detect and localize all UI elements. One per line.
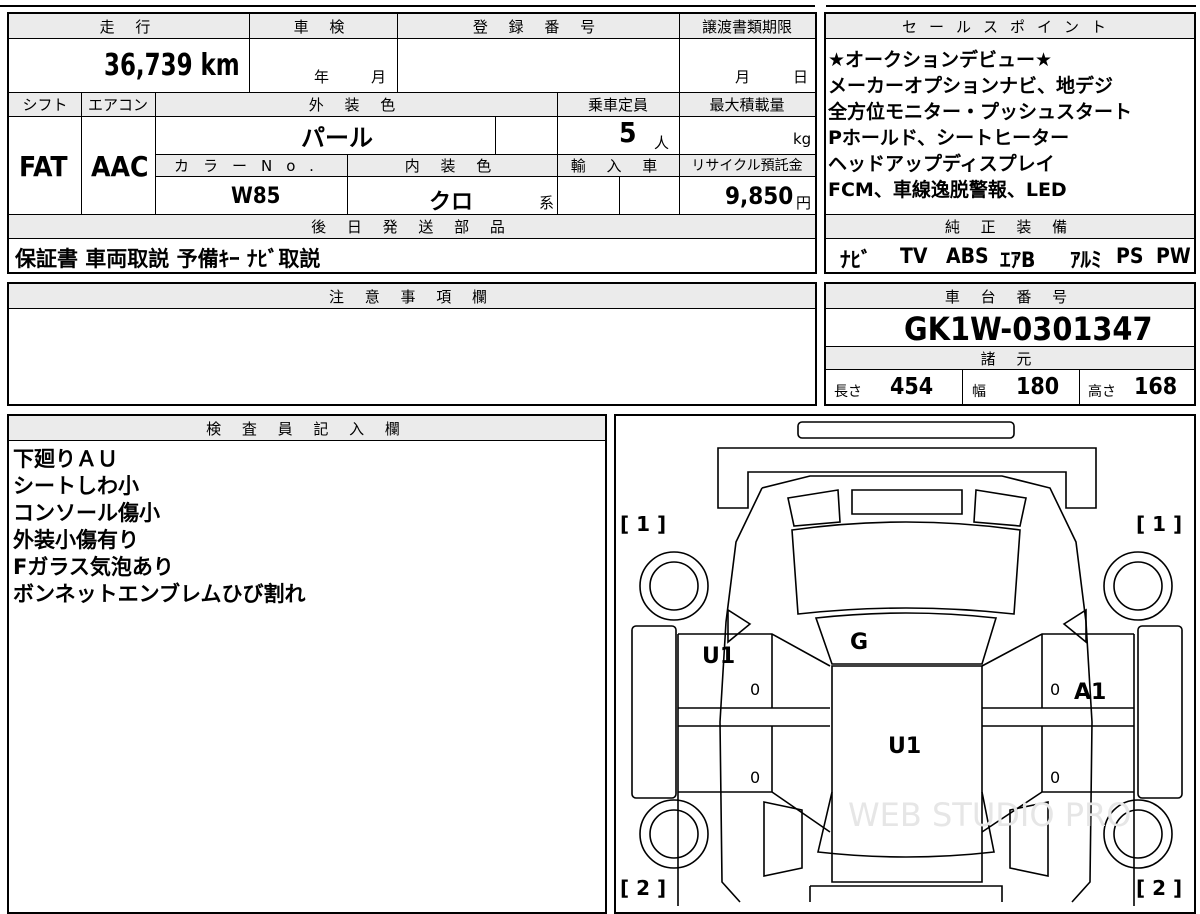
color-no-value: W85 (231, 184, 281, 209)
zero-mark: 0 (1050, 680, 1061, 699)
bracket-label-front-right: [ 1 ] (1136, 512, 1183, 536)
registration-header: 登 録 番 号 (397, 14, 679, 38)
length-value: 454 (890, 374, 934, 400)
chassis-header: 車 台 番 号 (826, 284, 1194, 308)
inspector-line: シートしわ小 (13, 474, 139, 498)
height-label: 高さ (1088, 384, 1116, 400)
bracket-label-rear-right: [ 2 ] (1136, 876, 1183, 900)
inspection-month: 月 (371, 68, 387, 86)
inspector-line: 外装小傷有り (13, 528, 139, 552)
maxload-header: 最大積載量 (679, 92, 815, 116)
sales-point-line: FCM、車線逸脱警報、LED (828, 179, 1067, 201)
main-table: 走 行 車 検 登 録 番 号 譲渡書類期限 36,739 km 年 月 月 日… (7, 12, 817, 274)
int-color-suffix: 系 (539, 194, 555, 212)
sales-points-header: セールスポイント (826, 14, 1194, 38)
recycle-header: リサイクル預託金 (679, 154, 815, 176)
zero-mark: 0 (750, 768, 761, 787)
genuine-item: PS (1116, 244, 1144, 268)
zero-mark: 0 (750, 680, 761, 699)
damage-mark-roof: U1 (888, 734, 922, 759)
int-color-value: クロ (429, 190, 474, 215)
inspector-line: Fガラス気泡あり (13, 555, 174, 579)
ac-header: エアコン (81, 92, 155, 116)
later-parts-header: 後 日 発 送 部 品 (9, 214, 815, 238)
inspector-line: 下廻りＡＵ (13, 447, 118, 471)
inspector-box: 検 査 員 記 入 欄 下廻りＡＵ シートしわ小 コンソール傷小 外装小傷有り … (7, 414, 607, 914)
spec-header: 諸 元 (826, 347, 1194, 369)
recycle-value: 9,850 (725, 182, 794, 210)
capacity-value: 5 (619, 116, 637, 149)
shift-value: FAT (19, 150, 68, 183)
genuine-item: ｴｱB (1000, 248, 1036, 272)
damage-mark-left-front-door: U1 (702, 644, 736, 669)
transfer-month: 月 (735, 68, 751, 86)
sales-point-line: メーカーオプションナビ、地デジ (828, 75, 1114, 97)
watermark: WEB STUDIO PRO (848, 796, 1132, 834)
chassis-number: GK1W-0301347 (904, 310, 1153, 348)
length-label: 長さ (834, 384, 862, 400)
genuine-item: ｱﾙﾐ (1070, 248, 1102, 272)
genuine-item: TV (900, 244, 928, 268)
genuine-equipment-header: 純 正 装 備 (826, 215, 1194, 238)
notes-header: 注 意 事 項 欄 (9, 284, 815, 308)
transfer-header: 譲渡書類期限 (679, 14, 815, 38)
inspector-line: ボンネットエンブレムひび割れ (13, 582, 306, 606)
sales-point-line: ヘッドアップディスプレイ (828, 153, 1055, 175)
transfer-day: 日 (793, 68, 809, 86)
recycle-unit: 円 (796, 194, 812, 212)
sales-point-line: Pホールド、シートヒーター (828, 127, 1070, 149)
sales-point-line: 全方位モニター・プッシュスタート (828, 101, 1133, 123)
notes-box: 注 意 事 項 欄 (7, 282, 817, 406)
inspector-header: 検 査 員 記 入 欄 (9, 416, 605, 440)
height-value: 168 (1134, 374, 1178, 400)
genuine-item: ﾅﾋﾞ (840, 248, 872, 272)
mileage-value: 36,739 km (104, 48, 240, 83)
capacity-unit: 人 (654, 134, 670, 152)
mileage-header: 走 行 (9, 14, 249, 38)
genuine-item: ABS (946, 244, 989, 268)
capacity-header: 乗車定員 (557, 92, 679, 116)
bracket-label-rear-left: [ 2 ] (620, 876, 667, 900)
ext-color-header: 外 装 色 (155, 92, 557, 116)
maxload-unit: kg (793, 130, 812, 148)
damage-mark-right-rear-door: A1 (1074, 680, 1107, 705)
int-color-header: 内 装 色 (347, 154, 557, 176)
zero-mark: 0 (1050, 768, 1061, 787)
chassis-box: 車 台 番 号 GK1W-0301347 諸 元 長さ 454 幅 180 高さ… (824, 282, 1196, 406)
damage-mark-windshield: G (850, 630, 869, 655)
sales-points-box: セールスポイント ★オークションデビュー★ メーカーオプションナビ、地デジ 全方… (824, 12, 1196, 274)
inspector-line: コンソール傷小 (13, 501, 160, 525)
shift-header: シフト (9, 92, 81, 116)
width-value: 180 (1016, 374, 1060, 400)
sales-point-line: ★オークションデビュー★ (828, 49, 1053, 71)
bracket-label-front-left: [ 1 ] (620, 512, 667, 536)
width-label: 幅 (972, 384, 986, 400)
genuine-item: PW (1156, 244, 1191, 268)
car-diagram-box: [ 1 ] [ 1 ] [ 2 ] [ 2 ] G U1 A1 U1 0 0 0… (614, 414, 1196, 914)
inspection-year: 年 (314, 68, 330, 86)
ac-value: AAC (91, 150, 149, 183)
import-header: 輸 入 車 (557, 154, 679, 176)
inspection-header: 車 検 (249, 14, 397, 38)
ext-color-value: パール (301, 124, 373, 152)
later-parts-value: 保証書 車両取説 予備ｷｰ ﾅﾋﾞ取説 (15, 247, 321, 271)
color-no-header: カラーNo. (155, 154, 347, 176)
